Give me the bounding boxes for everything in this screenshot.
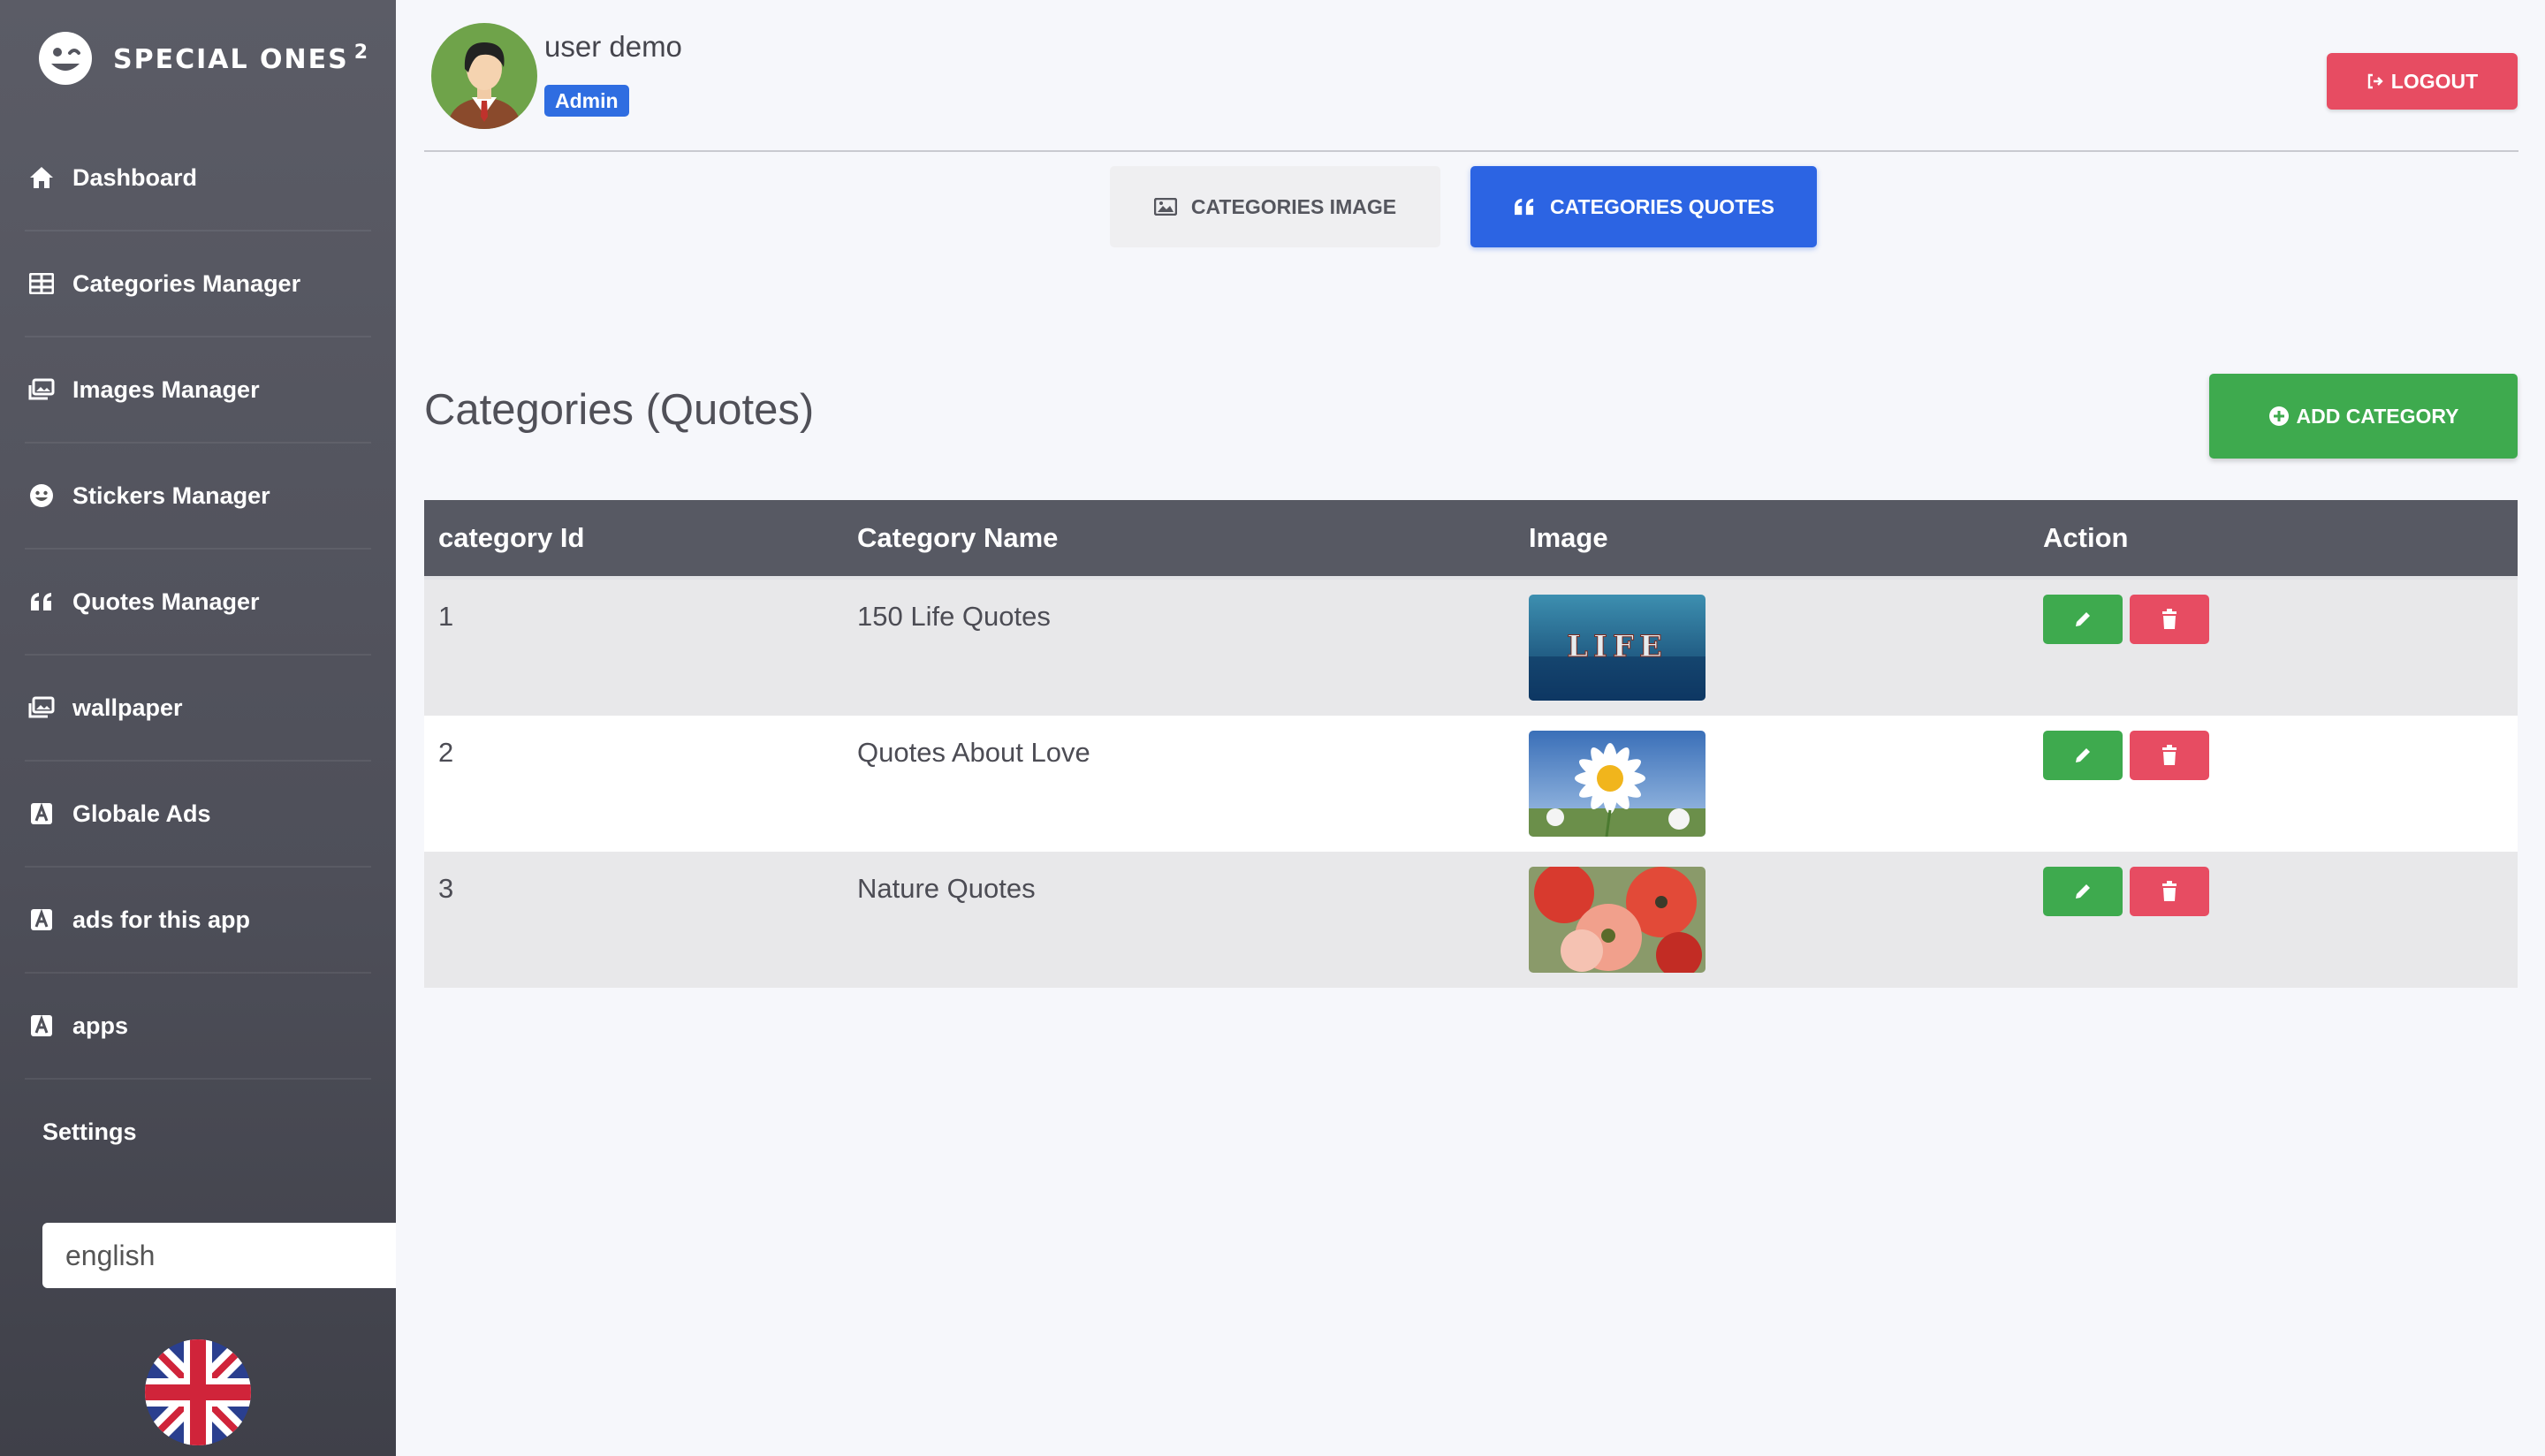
cell-actions	[2043, 716, 2518, 780]
sidebar-item-images-manager[interactable]: Images Manager	[25, 336, 371, 442]
edit-button[interactable]	[2043, 731, 2123, 780]
trash-icon	[2162, 881, 2177, 901]
sidebar-item-categories-manager[interactable]: Categories Manager	[25, 230, 371, 336]
cell-actions	[2043, 852, 2518, 916]
column-header-name[interactable]: Category Name	[857, 522, 1529, 554]
column-header-id[interactable]: category Id	[424, 522, 857, 554]
sidebar-item-dashboard[interactable]: Dashboard	[25, 125, 371, 230]
brand-superscript: 2	[353, 42, 370, 64]
tab-label: CATEGORIES IMAGE	[1190, 194, 1397, 218]
sidebar-item-label: Settings	[42, 1118, 137, 1145]
page-title: Categories (Quotes)	[424, 386, 815, 434]
pencil-icon	[2076, 884, 2090, 899]
add-category-button[interactable]: ADD CATEGORY	[2209, 374, 2518, 459]
trash-icon	[2162, 609, 2177, 629]
tab-categories-quotes[interactable]: CATEGORIES QUOTES	[1470, 166, 1817, 247]
username: user demo	[544, 30, 682, 63]
table-row: 3 Nature Quotes	[424, 852, 2518, 988]
brand-name: SPECIAL ONES 2	[113, 42, 369, 75]
cell-id: 2	[438, 737, 454, 768]
sidebar-item-apps[interactable]: apps	[25, 972, 371, 1078]
cell-name: Quotes About Love	[857, 737, 1090, 768]
role-badge: Admin	[544, 85, 629, 117]
sidebar: SPECIAL ONES 2 Dashboard Categories Manag…	[0, 0, 396, 1456]
uk-flag-icon[interactable]	[145, 1339, 251, 1445]
sidebar-item-label: Categories Manager	[72, 269, 301, 297]
home-icon	[28, 164, 55, 191]
cell-name: Nature Quotes	[857, 873, 1036, 904]
svg-text:LIFE: LIFE	[1567, 629, 1668, 664]
pencil-icon	[2076, 612, 2090, 626]
sidebar-item-label: ads for this app	[72, 906, 251, 933]
topbar: user demo Admin	[424, 0, 2518, 152]
column-header-action[interactable]: Action	[2043, 522, 2518, 554]
sidebar-item-label: wallpaper	[72, 694, 183, 721]
edit-button[interactable]	[2043, 867, 2123, 916]
pencil-icon	[2076, 748, 2090, 762]
table-row: 2 Quotes About Love	[424, 716, 2518, 852]
ad-icon	[28, 1012, 55, 1039]
cell-name: 150 Life Quotes	[857, 601, 1051, 632]
sidebar-item-label: Globale Ads	[72, 800, 211, 827]
quote-icon	[28, 588, 55, 615]
table-icon	[28, 270, 55, 297]
quote-icon	[1515, 198, 1534, 216]
sidebar-item-settings[interactable]: Settings	[25, 1078, 371, 1184]
sidebar-item-label: Stickers Manager	[72, 482, 270, 509]
column-header-image[interactable]: Image	[1529, 522, 2043, 554]
logout-label: LOGOUT	[2390, 69, 2479, 93]
brand[interactable]: SPECIAL ONES 2	[37, 30, 369, 87]
logout-button[interactable]: LOGOUT	[2327, 53, 2518, 110]
sidebar-item-wallpaper[interactable]: wallpaper	[25, 654, 371, 760]
cell-actions	[2043, 580, 2518, 644]
sidebar-item-label: apps	[72, 1012, 129, 1039]
ad-icon	[28, 906, 55, 933]
language-select[interactable]: english	[42, 1223, 396, 1288]
trash-icon	[2162, 745, 2177, 765]
tab-categories-image[interactable]: CATEGORIES IMAGE	[1110, 166, 1440, 247]
sidebar-item-label: Dashboard	[72, 163, 198, 191]
sidebar-item-label: Images Manager	[72, 375, 260, 403]
delete-button[interactable]	[2130, 731, 2209, 780]
sidebar-item-label: Quotes Manager	[72, 588, 260, 615]
sign-out-icon	[2367, 73, 2383, 89]
table-header: category Id Category Name Image Action	[424, 500, 2518, 580]
delete-button[interactable]	[2130, 867, 2209, 916]
daisy-thumbnail[interactable]	[1529, 731, 1706, 837]
cell-id: 1	[438, 601, 454, 632]
sidebar-nav: Dashboard Categories Manager Images Mana…	[25, 125, 371, 1184]
plus-circle-icon	[2268, 406, 2289, 426]
add-category-label: ADD CATEGORY	[2296, 404, 2459, 428]
delete-button[interactable]	[2130, 595, 2209, 644]
cell-image	[1529, 852, 2043, 973]
language-select-value: english	[65, 1239, 156, 1271]
sidebar-item-quotes-manager[interactable]: Quotes Manager	[25, 548, 371, 654]
tab-label: CATEGORIES QUOTES	[1550, 194, 1774, 218]
sidebar-item-ads-for-this-app[interactable]: ads for this app	[25, 866, 371, 972]
edit-button[interactable]	[2043, 595, 2123, 644]
image-icon	[1153, 198, 1177, 216]
poppies-thumbnail[interactable]	[1529, 867, 1706, 973]
brand-title: SPECIAL ONES	[113, 44, 349, 75]
images-icon	[28, 376, 55, 403]
ad-icon	[28, 800, 55, 827]
cell-image	[1529, 716, 2043, 837]
winking-face-logo-icon	[39, 32, 92, 85]
life-ocean-thumbnail[interactable]: LIFE	[1529, 595, 1706, 701]
categories-table: category Id Category Name Image Action 1…	[424, 500, 2518, 988]
avatar[interactable]	[431, 23, 537, 129]
cell-id: 3	[438, 873, 454, 904]
smile-icon	[28, 482, 55, 509]
sidebar-item-globale-ads[interactable]: Globale Ads	[25, 760, 371, 866]
sidebar-item-stickers-manager[interactable]: Stickers Manager	[25, 442, 371, 548]
cell-image: LIFE	[1529, 580, 2043, 701]
images-icon	[28, 694, 55, 721]
table-row: 1 150 Life Quotes LIFE	[424, 580, 2518, 716]
